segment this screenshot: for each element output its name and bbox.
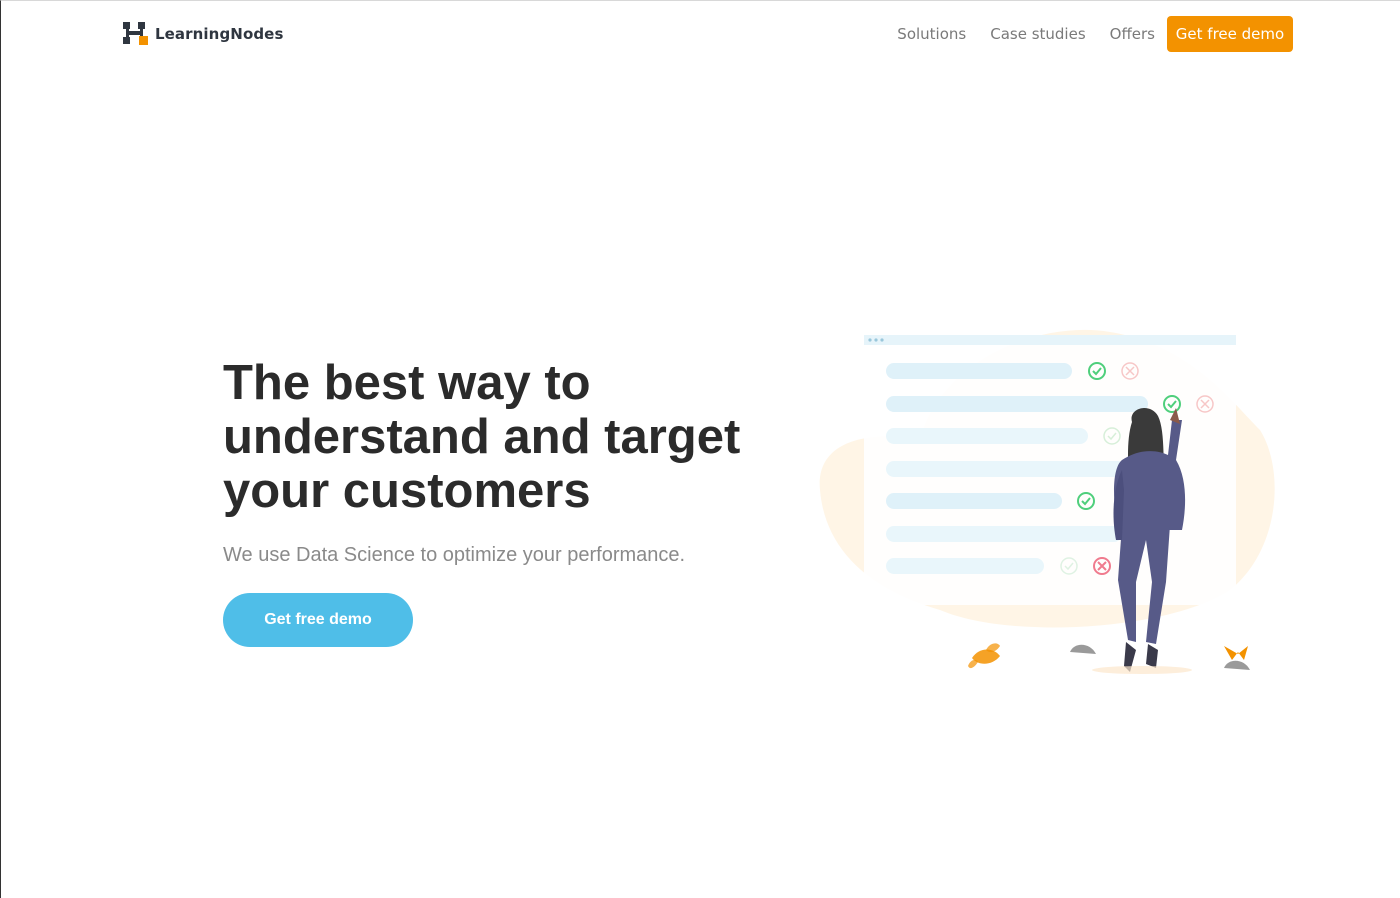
leaf-icon — [986, 643, 1000, 653]
hero-title-line-2: understand and target — [223, 410, 741, 464]
logo-text: LearningNodes — [155, 25, 284, 43]
nav-offers[interactable]: Offers — [1110, 25, 1155, 43]
hero-illustration — [819, 329, 1275, 674]
hero-title-line-3: your customers — [223, 464, 591, 518]
nav-case-studies[interactable]: Case studies — [990, 25, 1085, 43]
browser-titlebar — [864, 335, 1236, 345]
list-bar — [886, 493, 1062, 509]
main-nav: Solutions Case studies Offers Get free d… — [897, 16, 1293, 52]
list-bar — [886, 363, 1072, 379]
header-get-demo-button[interactable]: Get free demo — [1167, 16, 1293, 52]
leaf-icon — [968, 659, 978, 669]
leaf-icon — [1224, 646, 1248, 660]
list-bar — [886, 558, 1044, 574]
hero-title-line-1: The best way to — [223, 356, 591, 410]
hero-title: The best way to understand and target yo… — [223, 356, 783, 518]
nav-solutions[interactable]: Solutions — [897, 25, 966, 43]
rock-icon — [1224, 660, 1250, 670]
logo[interactable]: LearningNodes — [123, 22, 284, 46]
logo-mark-icon — [123, 22, 148, 45]
rock-icon — [1070, 644, 1096, 654]
list-bar — [886, 461, 1126, 477]
hero-get-demo-button[interactable]: Get free demo — [223, 593, 413, 647]
list-bar — [886, 428, 1088, 444]
hero-subtitle: We use Data Science to optimize your per… — [223, 544, 686, 566]
list-bar — [886, 526, 1122, 542]
list-bar — [886, 396, 1148, 412]
